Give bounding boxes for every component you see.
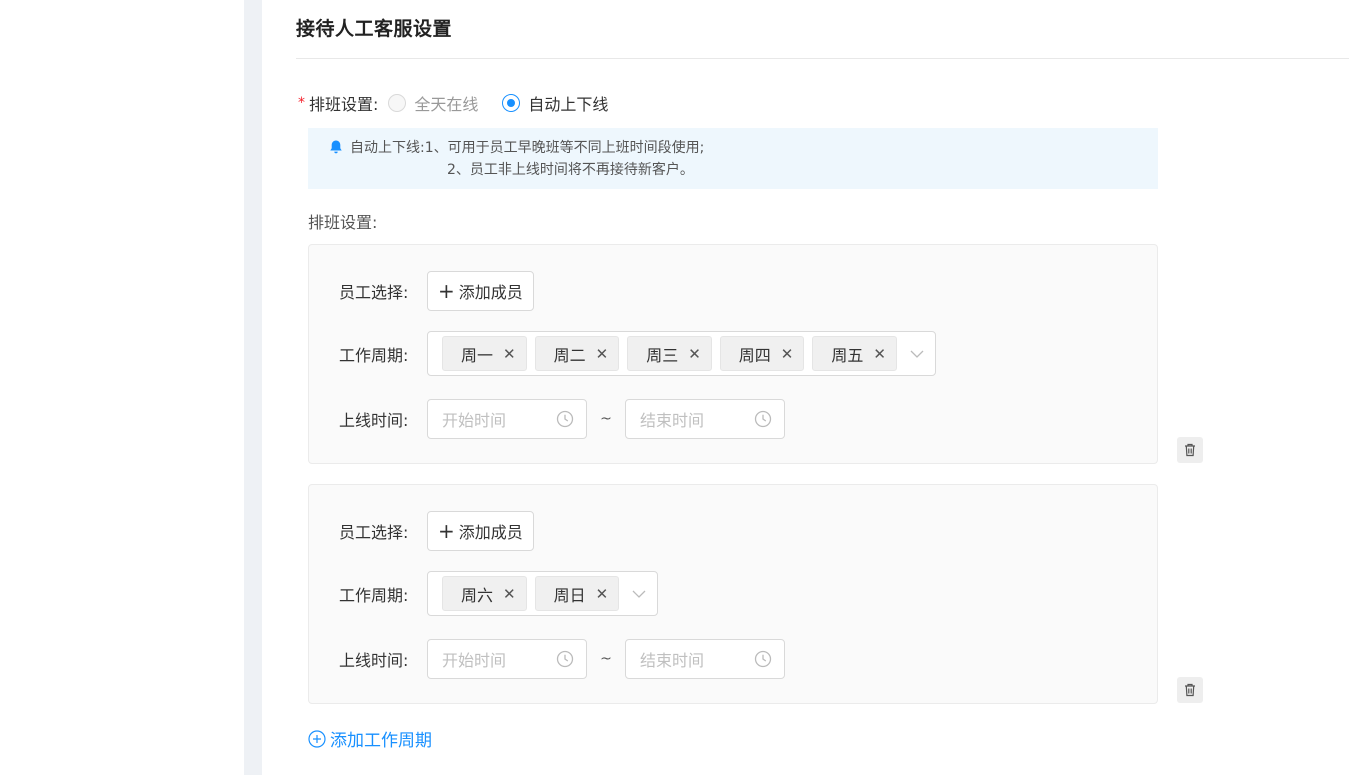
section-title: 接待人工客服设置 — [296, 18, 453, 40]
delete-period-button[interactable] — [1177, 437, 1203, 463]
add-member-button[interactable]: + 添加成员 — [427, 511, 534, 551]
add-work-period-button[interactable]: 添加工作周期 — [308, 726, 432, 751]
tag-label: 周一 — [461, 345, 494, 365]
online-time-row: 上线时间: 开始时间 ~ 结束时间 — [339, 399, 785, 439]
work-period-card: 员工选择: + 添加成员 工作周期: 周一 ✕ 周二 ✕ 周三 ✕ 周四 ✕ 周五 ✕ 上… — [308, 244, 1158, 464]
schedule-mode-row: * 排班设置: 全天在线 自动上下线 — [298, 91, 632, 115]
range-separator: ~ — [600, 651, 612, 667]
add-member-label: 添加成员 — [458, 523, 523, 542]
online-time-label: 上线时间: — [339, 651, 409, 670]
trash-icon — [1185, 443, 1195, 457]
tag-label: 周四 — [738, 345, 771, 365]
chevron-down-icon[interactable] — [909, 346, 925, 362]
start-time-placeholder: 开始时间 — [442, 651, 507, 670]
tip-line-1: 1、可用于员工早晚班等不同上班时间段使用; — [424, 140, 705, 156]
end-time-placeholder: 结束时间 — [640, 651, 705, 670]
radio-all-day-online[interactable]: 全天在线 — [388, 91, 478, 115]
settings-content: 接待人工客服设置 * 排班设置: 全天在线 自动上下线 自动上下线: 1、可用于… — [262, 0, 1349, 775]
close-icon[interactable]: ✕ — [503, 345, 516, 363]
start-time-input[interactable]: 开始时间 — [427, 639, 587, 679]
end-time-input[interactable]: 结束时间 — [625, 399, 785, 439]
left-panel — [0, 0, 244, 775]
bell-icon — [330, 140, 342, 154]
add-member-button[interactable]: + 添加成员 — [427, 271, 534, 311]
close-icon[interactable]: ✕ — [596, 585, 609, 603]
add-work-period-label: 添加工作周期 — [330, 731, 432, 751]
staff-select-row: 员工选择: + 添加成员 — [339, 511, 534, 551]
tag-label: 周三 — [646, 345, 679, 365]
radio-auto-online-offline[interactable]: 自动上下线 — [502, 91, 608, 115]
required-mark: * — [298, 95, 305, 111]
end-time-input[interactable]: 结束时间 — [625, 639, 785, 679]
close-icon[interactable]: ✕ — [688, 345, 701, 363]
close-icon[interactable]: ✕ — [503, 585, 516, 603]
tip-prefix: 自动上下线: — [350, 140, 425, 156]
tag-label: 周五 — [831, 345, 864, 365]
close-icon[interactable]: ✕ — [596, 345, 609, 363]
weekdays-label: 工作周期: — [339, 585, 409, 605]
weekday-tag: 周四 ✕ — [719, 336, 805, 371]
chevron-down-icon[interactable] — [631, 586, 647, 602]
tip-line-2: 2、员工非上线时间将不再接待新客户。 — [447, 162, 694, 178]
weekdays-select[interactable]: 周一 ✕ 周二 ✕ 周三 ✕ 周四 ✕ 周五 ✕ — [427, 331, 936, 376]
panel-gutter — [244, 0, 262, 775]
range-separator: ~ — [600, 411, 612, 427]
weekdays-row: 工作周期: 周一 ✕ 周二 ✕ 周三 ✕ 周四 ✕ 周五 ✕ — [339, 331, 936, 376]
radio-circle[interactable] — [388, 94, 407, 112]
end-time-placeholder: 结束时间 — [640, 411, 705, 430]
plus-icon: + — [438, 279, 455, 303]
trash-icon — [1185, 683, 1195, 697]
tip-box: 自动上下线: 1、可用于员工早晚班等不同上班时间段使用; 2、员工非上线时间将不… — [308, 128, 1158, 189]
weekday-tag: 周一 ✕ — [442, 336, 527, 371]
tag-label: 周二 — [553, 345, 586, 365]
tag-label: 周日 — [553, 585, 586, 605]
schedule-mode-label: 排班设置: — [309, 95, 379, 114]
tag-label: 周六 — [461, 585, 494, 605]
staff-select-row: 员工选择: + 添加成员 — [339, 271, 534, 311]
clock-icon — [754, 410, 772, 428]
weekdays-label: 工作周期: — [339, 345, 409, 365]
weekday-tag: 周三 ✕ — [627, 336, 712, 371]
plus-icon: + — [438, 519, 455, 543]
radio-label: 全天在线 — [414, 95, 479, 114]
weekday-tag: 周二 ✕ — [534, 336, 620, 371]
plus-circle-icon — [308, 729, 326, 748]
start-time-input[interactable]: 开始时间 — [427, 399, 587, 439]
weekday-tag: 周六 ✕ — [442, 576, 527, 611]
schedule-label: 排班设置: — [308, 213, 378, 232]
radio-circle[interactable] — [502, 94, 521, 112]
staff-select-label: 员工选择: — [339, 523, 409, 542]
weekday-tag: 周日 ✕ — [534, 576, 620, 611]
delete-period-button[interactable] — [1177, 677, 1203, 703]
start-time-placeholder: 开始时间 — [442, 411, 507, 430]
title-divider — [296, 58, 1349, 59]
staff-select-label: 员工选择: — [339, 283, 409, 302]
close-icon[interactable]: ✕ — [873, 345, 886, 363]
close-icon[interactable]: ✕ — [781, 345, 794, 363]
weekdays-row: 工作周期: 周六 ✕ 周日 ✕ — [339, 571, 659, 616]
weekday-tag: 周五 ✕ — [812, 336, 897, 371]
clock-icon — [556, 410, 574, 428]
weekdays-select[interactable]: 周六 ✕ 周日 ✕ — [427, 571, 659, 616]
online-time-label: 上线时间: — [339, 411, 409, 430]
online-time-row: 上线时间: 开始时间 ~ 结束时间 — [339, 639, 785, 679]
clock-icon — [556, 650, 574, 668]
work-period-card: 员工选择: + 添加成员 工作周期: 周六 ✕ 周日 ✕ 上线时间: 开始时间 ~ … — [308, 484, 1158, 704]
clock-icon — [754, 650, 772, 668]
add-member-label: 添加成员 — [458, 283, 523, 302]
radio-label: 自动上下线 — [528, 95, 609, 114]
